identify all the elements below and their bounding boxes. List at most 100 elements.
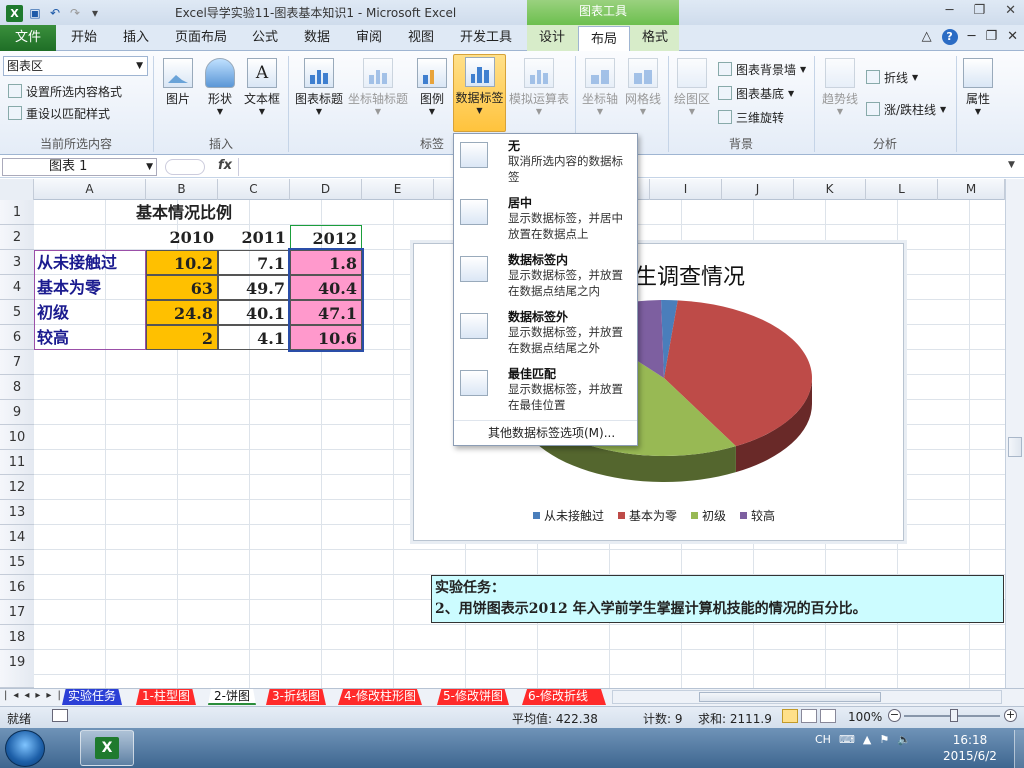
data-labels-center-item[interactable]: 居中 显示数据标签，并居中放置在数据点上 bbox=[454, 191, 637, 247]
lines-button[interactable]: 折线 ▼ bbox=[866, 68, 918, 86]
header-cell-2011[interactable]: 2011 bbox=[218, 225, 290, 250]
data-labels-inside-end-item[interactable]: 数据标签内 显示数据标签，并放置在数据点结尾之内 bbox=[454, 248, 637, 304]
select-all-button[interactable] bbox=[0, 179, 34, 200]
zoom-slider-thumb[interactable] bbox=[950, 709, 958, 722]
show-desktop-button[interactable] bbox=[1014, 730, 1024, 768]
keyboard-icon[interactable]: ⌨ bbox=[839, 733, 855, 746]
column-header[interactable]: M bbox=[938, 179, 1005, 200]
chart-floor-button[interactable]: 图表基底 ▼ bbox=[718, 84, 794, 102]
data-cell[interactable]: 24.8 bbox=[146, 300, 218, 325]
row-header[interactable]: 8 bbox=[0, 375, 34, 400]
sheet-tab[interactable]: 6-修改折线 bbox=[522, 689, 606, 705]
data-labels-none-item[interactable]: 无 取消所选内容的数据标签 bbox=[454, 134, 637, 190]
data-cell[interactable]: 2 bbox=[146, 325, 218, 350]
excel-logo-icon[interactable]: X bbox=[6, 4, 23, 22]
name-box[interactable]: 图表 1 ▼ bbox=[2, 158, 157, 176]
data-labels-button[interactable]: 数据标签 ▼ bbox=[453, 54, 506, 132]
more-data-label-options-item[interactable]: 其他数据标签选项(M)... bbox=[454, 420, 637, 445]
row-header[interactable]: 18 bbox=[0, 625, 34, 650]
sheet-title-cell[interactable]: 基本情况比例 bbox=[136, 200, 296, 225]
axis-titles-button[interactable]: 坐标轴标题 ▼ bbox=[346, 56, 410, 132]
row-header[interactable]: 10 bbox=[0, 425, 34, 450]
sheet-nav-arrows[interactable]: |◂◂▸▸| bbox=[4, 690, 67, 701]
minimize-ribbon-icon[interactable]: △ bbox=[922, 29, 932, 45]
tab-layout[interactable]: 布局 bbox=[578, 26, 630, 52]
column-header[interactable]: B bbox=[146, 179, 218, 200]
3d-rotation-button[interactable]: 三维旋转 bbox=[718, 108, 784, 126]
minimize-button[interactable]: ─ bbox=[946, 3, 954, 18]
task-box[interactable]: 实验任务： 2、用饼图表示2012 年入学前学生掌握计算机技能的情况的百分比。 bbox=[431, 575, 1004, 623]
close-button[interactable]: ✕ bbox=[1005, 3, 1016, 18]
row-header[interactable]: 17 bbox=[0, 600, 34, 625]
legend-button[interactable]: 图例 ▼ bbox=[412, 56, 452, 132]
data-cell[interactable]: 63 bbox=[146, 275, 218, 300]
column-header[interactable]: A bbox=[34, 179, 146, 200]
redo-icon[interactable]: ↷ bbox=[67, 5, 83, 21]
page-layout-view-icon[interactable] bbox=[801, 709, 817, 723]
chart-title[interactable]: 生调查情况 bbox=[635, 259, 745, 291]
chart-elements-dropdown[interactable]: 图表区 ▼ bbox=[3, 56, 148, 76]
tab-file[interactable]: 文件 bbox=[0, 25, 56, 51]
tab-home[interactable]: 开始 bbox=[58, 25, 110, 51]
sheet-tab[interactable]: 3-折线图 bbox=[266, 689, 326, 705]
zoom-in-icon[interactable]: + bbox=[1004, 709, 1017, 722]
undo-icon[interactable]: ↶ bbox=[47, 5, 63, 21]
row-header[interactable]: 6 bbox=[0, 325, 34, 350]
insert-shapes-button[interactable]: 形状 ▼ bbox=[200, 56, 240, 132]
row-header[interactable]: 11 bbox=[0, 450, 34, 475]
customize-qat-icon[interactable]: ▾ bbox=[87, 5, 103, 21]
insert-picture-button[interactable]: 图片 bbox=[158, 56, 198, 132]
row-header[interactable]: 7 bbox=[0, 350, 34, 375]
sheet-tab[interactable]: 实验任务 bbox=[62, 689, 123, 705]
tab-formulas[interactable]: 公式 bbox=[240, 25, 290, 51]
sheet-tab[interactable]: 5-修改饼图 bbox=[437, 689, 509, 705]
tab-developer[interactable]: 开发工具 bbox=[450, 25, 522, 51]
data-cell[interactable]: 7.1 bbox=[218, 250, 290, 275]
row-header[interactable]: 16 bbox=[0, 575, 34, 600]
data-labels-outside-end-item[interactable]: 数据标签外 显示数据标签，并放置在数据点结尾之外 bbox=[454, 305, 637, 361]
tab-review[interactable]: 审阅 bbox=[344, 25, 394, 51]
help-icon[interactable]: ? bbox=[941, 29, 958, 45]
data-cell[interactable]: 10.2 bbox=[146, 250, 218, 275]
tab-view[interactable]: 视图 bbox=[396, 25, 446, 51]
normal-view-icon[interactable] bbox=[782, 709, 798, 723]
insert-textbox-button[interactable]: A 文本框 ▼ bbox=[241, 56, 283, 132]
volume-icon[interactable]: 🔈 bbox=[897, 733, 911, 746]
sheet-tab[interactable]: 4-修改柱形图 bbox=[338, 689, 422, 705]
insert-function-icon[interactable]: fx bbox=[218, 158, 232, 173]
row-header[interactable]: 5 bbox=[0, 300, 34, 325]
tab-insert[interactable]: 插入 bbox=[110, 25, 162, 51]
chart-wall-button[interactable]: 图表背景墙 ▼ bbox=[718, 60, 806, 78]
sheet-tab[interactable]: 1-柱型图 bbox=[136, 689, 196, 705]
tab-page-layout[interactable]: 页面布局 bbox=[164, 25, 238, 51]
header-cell-2012[interactable]: 2012 bbox=[290, 225, 362, 250]
row-header[interactable]: 4 bbox=[0, 275, 34, 300]
format-selection-button[interactable]: 设置所选内容格式 bbox=[8, 82, 122, 100]
column-header[interactable]: K bbox=[794, 179, 866, 200]
taskbar-clock[interactable]: 16:18 2015/6/2 bbox=[940, 732, 1000, 764]
data-table-button[interactable]: 模拟运算表 ▼ bbox=[508, 56, 570, 132]
vertical-scrollbar[interactable] bbox=[1005, 179, 1024, 688]
ime-indicator[interactable]: CH bbox=[815, 733, 831, 746]
tab-format[interactable]: 格式 bbox=[630, 25, 680, 51]
column-header[interactable]: E bbox=[362, 179, 434, 200]
column-header[interactable]: J bbox=[722, 179, 794, 200]
tab-design[interactable]: 设计 bbox=[527, 25, 577, 51]
row-header[interactable]: 3 bbox=[0, 250, 34, 275]
row-header[interactable]: 12 bbox=[0, 475, 34, 500]
row-header[interactable]: 19 bbox=[0, 650, 34, 688]
reset-style-button[interactable]: 重设以匹配样式 bbox=[8, 104, 110, 122]
row-header[interactable]: 13 bbox=[0, 500, 34, 525]
save-icon[interactable]: ▣ bbox=[27, 5, 43, 21]
scroll-thumb[interactable] bbox=[699, 692, 881, 702]
tab-data[interactable]: 数据 bbox=[292, 25, 342, 51]
updown-bars-button[interactable]: 涨/跌柱线 ▼ bbox=[866, 100, 946, 118]
header-cell-2010[interactable]: 2010 bbox=[146, 225, 218, 250]
data-labels-best-fit-item[interactable]: 最佳匹配 显示数据标签，并放置在最佳位置 bbox=[454, 362, 637, 418]
macro-record-icon[interactable] bbox=[52, 709, 68, 722]
row-header[interactable]: 9 bbox=[0, 400, 34, 425]
column-header[interactable]: L bbox=[866, 179, 938, 200]
zoom-out-icon[interactable]: − bbox=[888, 709, 901, 722]
trendline-button[interactable]: 趋势线 ▼ bbox=[818, 56, 862, 132]
expand-formula-bar-icon[interactable]: ▼ bbox=[1008, 160, 1015, 170]
